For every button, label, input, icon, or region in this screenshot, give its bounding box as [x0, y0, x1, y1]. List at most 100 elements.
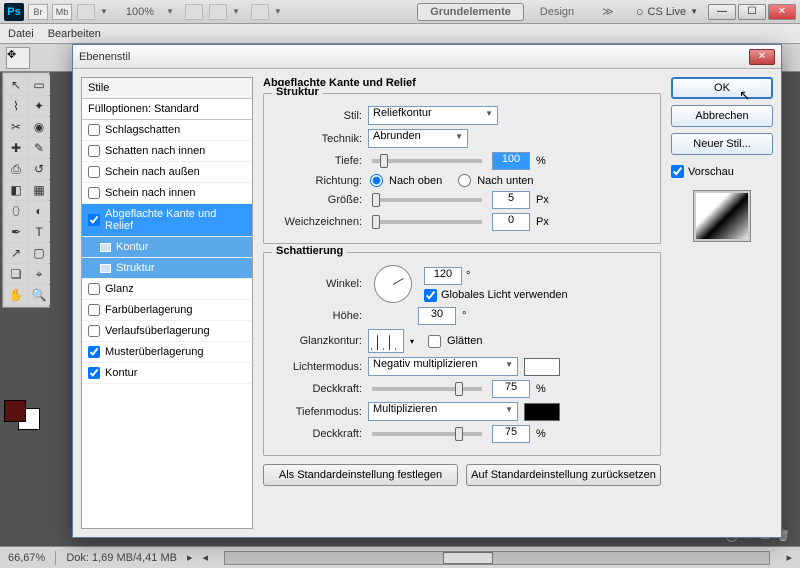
deckkraft2-input[interactable]: 75	[492, 425, 530, 443]
3d-camera-tool[interactable]: ⌖	[28, 264, 50, 284]
groesse-slider[interactable]	[372, 198, 482, 202]
reset-default-button[interactable]: Auf Standardeinstellung zurücksetzen	[466, 464, 661, 486]
workspace-design[interactable]: Design	[528, 4, 586, 20]
move-tool-icon[interactable]: ✥	[6, 47, 30, 69]
weich-slider[interactable]	[372, 220, 482, 224]
hand-tool[interactable]: ✋	[5, 285, 27, 305]
style-bevel[interactable]: Abgeflachte Kante und Relief	[82, 204, 252, 237]
blur-tool[interactable]: ⬯	[5, 201, 27, 221]
close-button[interactable]: ✕	[768, 4, 796, 20]
style-farbueberlagerung[interactable]: Farbüberlagerung	[82, 300, 252, 321]
struktur-title: Struktur	[272, 86, 323, 98]
status-doc-size[interactable]: Dok: 1,69 MB/4,41 MB	[66, 552, 177, 564]
global-light-checkbox[interactable]	[424, 289, 437, 302]
zoom-level[interactable]: 100%	[126, 6, 154, 18]
groesse-input[interactable]: 5	[492, 191, 530, 209]
brush-tool[interactable]: ✎	[28, 138, 50, 158]
type-tool[interactable]: T	[28, 222, 50, 242]
workspace-more[interactable]: ≫	[590, 3, 626, 20]
style-bevel-kontur[interactable]: Kontur	[82, 237, 252, 258]
eyedropper-tool[interactable]: ◉	[28, 117, 50, 137]
angle-widget[interactable]	[374, 265, 412, 303]
style-glanz[interactable]: Glanz	[82, 279, 252, 300]
scroll-left-icon[interactable]: ◂	[203, 551, 209, 564]
tiefenmodus-combo[interactable]: Multiplizieren	[368, 402, 518, 421]
gradient-tool[interactable]: ▦	[28, 180, 50, 200]
view-grid-icon[interactable]	[77, 4, 95, 20]
glaetten-checkbox[interactable]	[428, 335, 441, 348]
history-brush-tool[interactable]: ↺	[28, 159, 50, 179]
ps-logo: Ps	[4, 3, 24, 21]
3d-tool[interactable]: ❏	[5, 264, 27, 284]
style-schein-aussen[interactable]: Schein nach außen	[82, 162, 252, 183]
ok-button[interactable]: OK↖	[671, 77, 773, 99]
tiefe-slider[interactable]	[372, 159, 482, 163]
glanzkontur-picker[interactable]	[368, 329, 404, 353]
bridge-button[interactable]: Br	[28, 4, 48, 20]
path-tool[interactable]: ↗	[5, 243, 27, 263]
make-default-button[interactable]: Als Standardeinstellung festlegen	[263, 464, 458, 486]
fill-options[interactable]: Fülloptionen: Standard	[82, 99, 252, 120]
scroll-right-icon[interactable]: ▸	[786, 551, 792, 564]
styles-header[interactable]: Stile	[82, 78, 252, 99]
crop-tool[interactable]: ✂	[5, 117, 27, 137]
tiefe-input[interactable]: 100	[492, 152, 530, 170]
marquee-tool[interactable]: ▭	[28, 75, 50, 95]
style-schlagschatten[interactable]: Schlagschatten	[82, 120, 252, 141]
status-zoom[interactable]: 66,67%	[8, 552, 45, 564]
weich-input[interactable]: 0	[492, 213, 530, 231]
screen-mode-icon[interactable]	[251, 4, 269, 20]
minibridge-button[interactable]: Mb	[52, 4, 72, 20]
richtung-up-radio[interactable]	[370, 174, 383, 187]
eraser-tool[interactable]: ◧	[5, 180, 27, 200]
maximize-button[interactable]: ☐	[738, 4, 766, 20]
shadow-color[interactable]	[524, 403, 560, 421]
style-verlaufsueberlagerung[interactable]: Verlaufsüberlagerung	[82, 321, 252, 342]
zoom-tool[interactable]: 🔍	[28, 285, 50, 305]
heal-tool[interactable]: ✚	[5, 138, 27, 158]
winkel-input[interactable]: 120	[424, 267, 462, 285]
style-musterueberlagerung[interactable]: Musterüberlagerung	[82, 342, 252, 363]
stil-label: Stil:	[272, 110, 362, 122]
move-tool[interactable]: ↖	[5, 75, 27, 95]
layer-style-dialog: Ebenenstil ✕ Stile Fülloptionen: Standar…	[72, 44, 782, 538]
cs-live-button[interactable]: CS Live ▼	[636, 4, 698, 19]
wand-tool[interactable]: ✦	[28, 96, 50, 116]
shape-tool[interactable]: ▢	[28, 243, 50, 263]
stil-combo[interactable]: Reliefkontur	[368, 106, 498, 125]
cancel-button[interactable]: Abbrechen	[671, 105, 773, 127]
foreground-color-swatch[interactable]	[4, 400, 26, 422]
pen-tool[interactable]: ✒	[5, 222, 27, 242]
dodge-tool[interactable]: ◐	[28, 201, 50, 221]
new-style-button[interactable]: Neuer Stil...	[671, 133, 773, 155]
hand-icon[interactable]	[185, 4, 203, 20]
deckkraft1-slider[interactable]	[372, 387, 482, 391]
dialog-close-button[interactable]: ✕	[749, 49, 775, 65]
workspace-grundelemente[interactable]: Grundelemente	[417, 3, 524, 21]
style-bevel-struktur[interactable]: Struktur	[82, 258, 252, 279]
hoehe-input[interactable]: 30	[418, 307, 456, 325]
weich-label: Weichzeichnen:	[272, 216, 362, 228]
deckkraft1-input[interactable]: 75	[492, 380, 530, 398]
menu-bearbeiten[interactable]: Bearbeiten	[48, 28, 101, 40]
menu-datei[interactable]: Datei	[8, 28, 34, 40]
deckkraft2-slider[interactable]	[372, 432, 482, 436]
style-schatten-innen[interactable]: Schatten nach innen	[82, 141, 252, 162]
technik-combo[interactable]: Abrunden	[368, 129, 468, 148]
deckkraft1-label: Deckkraft:	[272, 383, 362, 395]
dialog-titlebar[interactable]: Ebenenstil ✕	[73, 45, 781, 69]
lasso-tool[interactable]: ⌇	[5, 96, 27, 116]
style-schein-innen[interactable]: Schein nach innen	[82, 183, 252, 204]
lichtermodus-combo[interactable]: Negativ multiplizieren	[368, 357, 518, 376]
chevron-right-icon[interactable]: ▸	[187, 551, 193, 564]
color-swatches[interactable]	[4, 400, 40, 430]
scroll-thumb[interactable]	[443, 552, 493, 564]
horizontal-scrollbar[interactable]	[224, 551, 770, 565]
style-kontur[interactable]: Kontur	[82, 363, 252, 384]
stamp-tool[interactable]: ⎙	[5, 159, 27, 179]
richtung-down-radio[interactable]	[458, 174, 471, 187]
preview-checkbox[interactable]	[671, 165, 684, 178]
highlight-color[interactable]	[524, 358, 560, 376]
arrange-icon[interactable]	[209, 4, 227, 20]
minimize-button[interactable]: —	[708, 4, 736, 20]
